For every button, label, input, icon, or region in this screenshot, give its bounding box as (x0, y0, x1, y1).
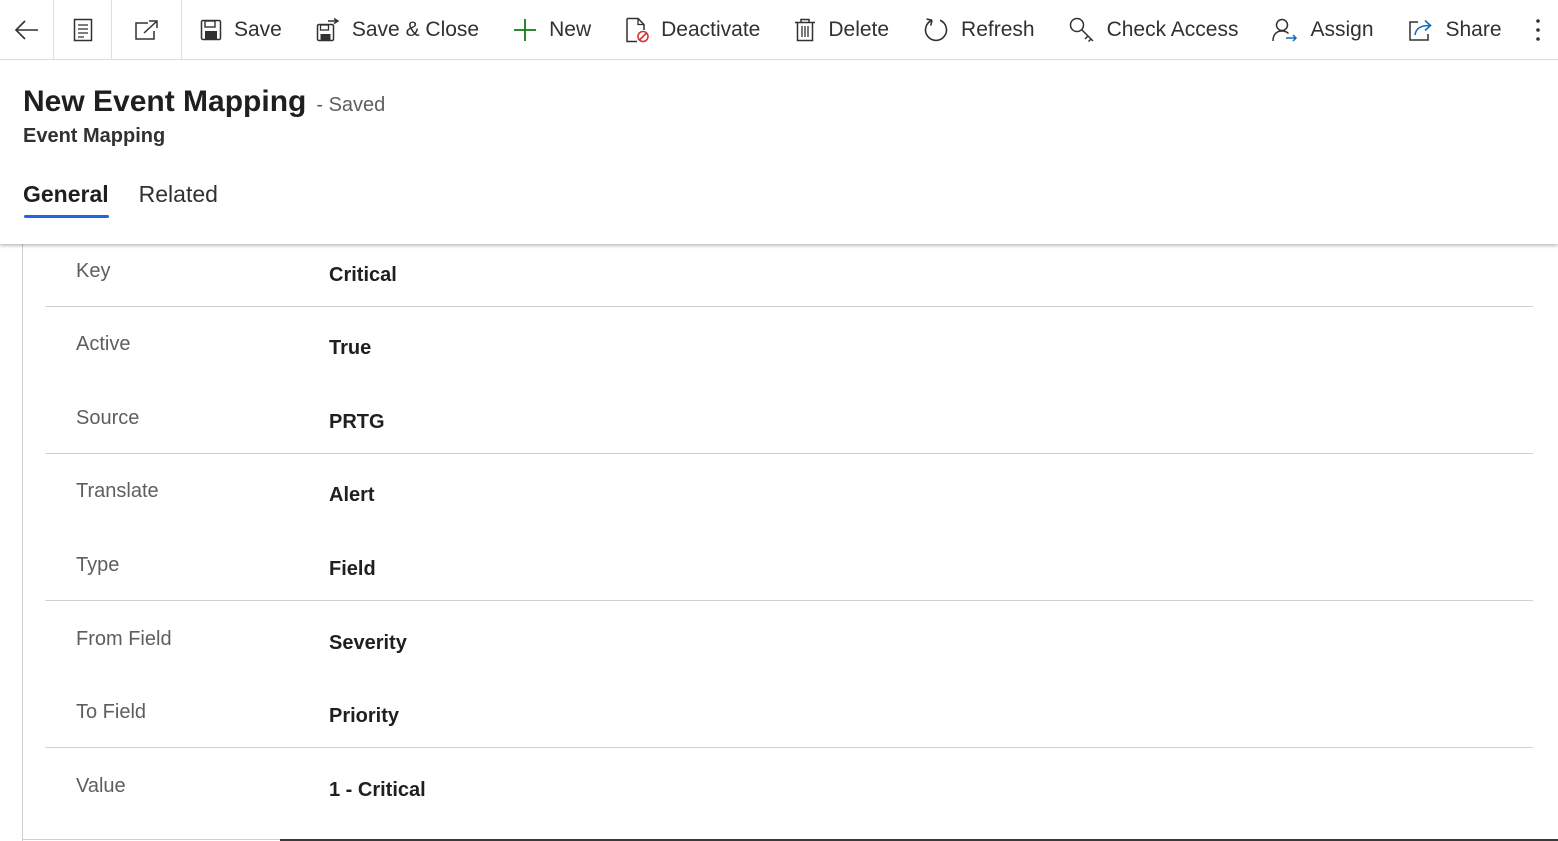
field-to-field: To Field Priority (45, 693, 1533, 766)
field-translate: Translate Alert (45, 472, 1533, 545)
deactivate-button[interactable]: Deactivate (608, 0, 777, 60)
field-label: Active (76, 333, 131, 355)
field-value[interactable]: Alert (329, 484, 375, 507)
open-in-new-window-button[interactable] (112, 0, 182, 60)
delete-label: Delete (828, 17, 890, 41)
assign-label: Assign (1310, 17, 1374, 41)
field-label: Type (76, 554, 120, 576)
field-label: Key (76, 260, 111, 282)
section-divider (45, 747, 1533, 748)
form-body: Key Critical Active True Source PRTG Tra… (0, 244, 1558, 841)
field-value-row: Value 1 - Critical (45, 767, 1533, 840)
save-close-icon (316, 17, 340, 41)
title-row: New Event Mapping - Saved (23, 85, 385, 119)
field-label: Value (76, 775, 126, 797)
share-button[interactable]: Share (1391, 0, 1519, 60)
field-label: To Field (76, 701, 147, 723)
field-label: Source (76, 407, 140, 429)
field-value[interactable]: Priority (329, 705, 399, 728)
section-divider (45, 306, 1533, 307)
refresh-icon (924, 17, 948, 41)
save-and-close-label: Save & Close (351, 17, 480, 41)
entity-name: Event Mapping (23, 125, 166, 147)
save-label: Save (234, 17, 282, 41)
new-label: New (549, 17, 592, 41)
tab-general[interactable]: General (23, 181, 109, 218)
field-key: Key Critical (45, 252, 1533, 325)
section-left-border (22, 244, 23, 841)
back-button[interactable] (0, 0, 54, 60)
share-label: Share (1445, 17, 1502, 41)
check-access-button[interactable]: Check Access (1052, 0, 1256, 60)
field-active: Active True (45, 325, 1533, 398)
deactivate-label: Deactivate (661, 17, 761, 41)
delete-button[interactable]: Delete (777, 0, 906, 60)
trash-icon (795, 18, 816, 41)
field-value[interactable]: Critical (329, 264, 397, 287)
field-label: Translate (76, 480, 159, 502)
new-button[interactable]: New (496, 0, 608, 60)
form-icon (73, 18, 92, 41)
refresh-label: Refresh (961, 17, 1035, 41)
check-access-label: Check Access (1106, 17, 1239, 41)
record-header: New Event Mapping - Saved Event Mapping … (0, 61, 1558, 244)
command-bar: Save Save & Close New Deactivate Delete … (0, 0, 1558, 60)
assign-icon (1272, 18, 1298, 42)
more-options-icon (1536, 18, 1541, 41)
assign-button[interactable]: Assign (1255, 0, 1390, 60)
section-divider (45, 453, 1533, 454)
check-access-icon (1069, 17, 1094, 42)
field-source: Source PRTG (45, 399, 1533, 472)
save-button[interactable]: Save (182, 0, 299, 60)
field-value[interactable]: PRTG (329, 411, 385, 434)
field-value[interactable]: Severity (329, 632, 407, 655)
field-value[interactable]: True (329, 337, 371, 360)
field-from-field: From Field Severity (45, 620, 1533, 693)
field-value[interactable]: Field (329, 558, 376, 581)
more-commands-button[interactable] (1519, 0, 1558, 60)
deactivate-icon (626, 17, 649, 42)
share-icon (1408, 19, 1432, 41)
page-title: New Event Mapping (23, 85, 307, 118)
tab-list: General Related (23, 181, 248, 218)
form-selector-button[interactable] (54, 0, 112, 60)
save-icon (200, 19, 222, 40)
save-status: - Saved (316, 94, 386, 116)
plus-icon (514, 18, 537, 41)
open-new-window-icon (134, 19, 158, 40)
back-arrow-icon (14, 19, 38, 40)
field-type: Type Field (45, 546, 1533, 619)
field-label: From Field (76, 628, 172, 650)
tab-related[interactable]: Related (139, 181, 218, 218)
section-divider (45, 600, 1533, 601)
refresh-button[interactable]: Refresh (906, 0, 1052, 60)
save-and-close-button[interactable]: Save & Close (299, 0, 496, 60)
field-value[interactable]: 1 - Critical (329, 779, 426, 802)
